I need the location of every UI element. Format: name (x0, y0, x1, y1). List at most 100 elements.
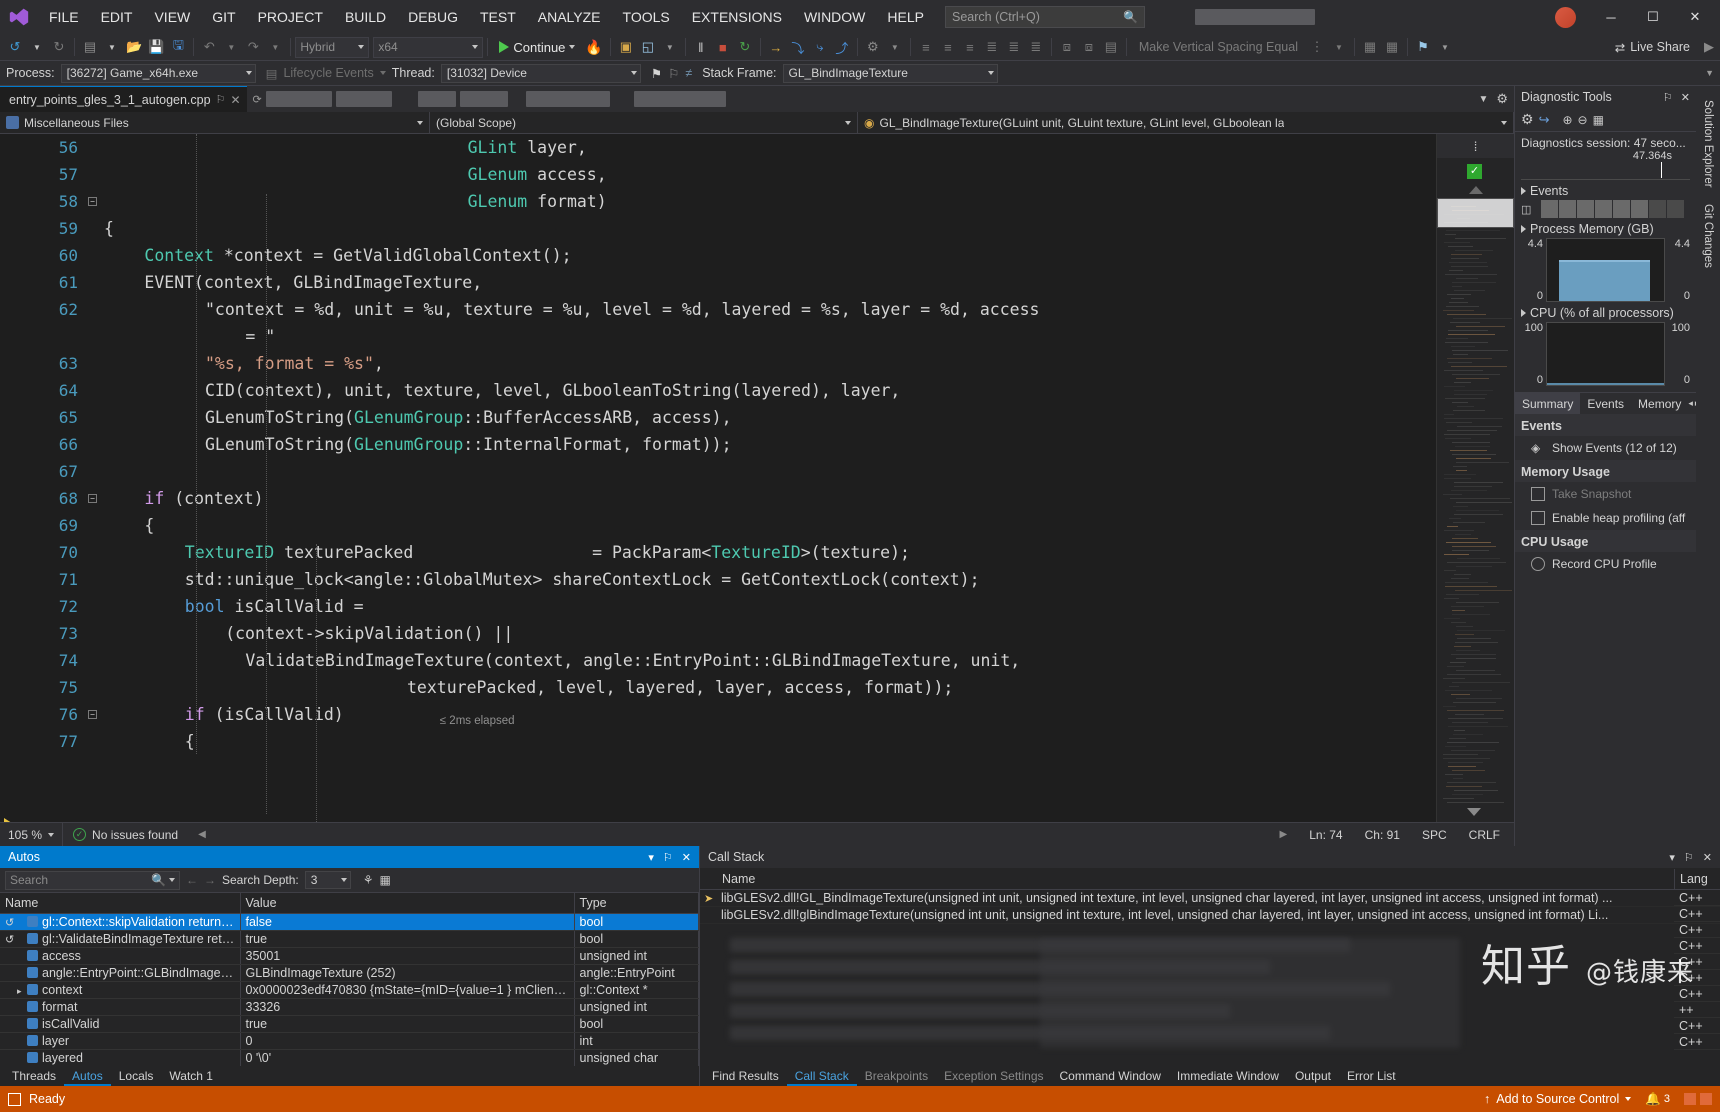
autos-cell-value[interactable]: true (240, 1015, 575, 1033)
close-icon-dt[interactable]: ✕ (1681, 91, 1690, 104)
autos-cell-value[interactable]: 33326 (240, 998, 575, 1016)
code-line[interactable]: { (104, 215, 114, 242)
tablist-dropdown-icon[interactable]: ▼ (1478, 94, 1488, 105)
cs-close-icon[interactable]: ✕ (1703, 851, 1712, 864)
autos-dropdown-icon[interactable]: ▾ (648, 851, 654, 864)
lock-controls-icon[interactable]: ▦ (1359, 35, 1381, 59)
minimap-splitter-icon[interactable]: ⁞ (1437, 134, 1514, 158)
step-into-icon[interactable]: ⤵ (787, 35, 809, 59)
table-row[interactable]: ▸ context 0x0000023edf470830 {mState={mID=… (0, 981, 699, 999)
save-icon[interactable]: 💾 (145, 35, 167, 59)
solution-platform-combo[interactable]: x64 (373, 36, 484, 58)
align-left-icon[interactable]: ≡ (915, 35, 937, 59)
issues-prev-icon[interactable]: ◀ (188, 829, 206, 840)
search-options-chevron-icon[interactable] (169, 878, 175, 882)
tab-entry-points-gles[interactable]: entry_points_gles_3_1_autogen.cpp ⚐ ✕ (0, 86, 247, 112)
autos-cell-value[interactable]: 0x0000023edf470830 {mState={mID={value=1… (240, 981, 575, 999)
status-icon-2[interactable] (1700, 1093, 1712, 1105)
code-line[interactable]: bool isCallValid = (185, 593, 364, 620)
autos-col-name[interactable]: Name (0, 893, 241, 914)
autos-cell-value[interactable]: false (240, 913, 575, 931)
fold-toggle-icon[interactable]: − (88, 494, 97, 503)
align-top-icon[interactable]: ≣ (981, 35, 1003, 59)
feedback-dropdown-icon[interactable]: ▼ (1434, 35, 1456, 59)
quick-launch-search[interactable]: Search (Ctrl+Q) 🔍 (944, 6, 1145, 28)
autos-pin-icon[interactable]: ⚐ (663, 851, 673, 864)
menu-window[interactable]: WINDOW (793, 0, 876, 34)
add-to-source-control-button[interactable]: ↑ Add to Source Control (1484, 1092, 1632, 1106)
pin-icon-dt[interactable]: ⚐ (1663, 91, 1673, 104)
enable-heap-profiling-button[interactable]: Enable heap profiling (aff (1515, 506, 1696, 530)
make-same-width-icon[interactable]: ⧈ (1056, 35, 1078, 59)
menu-view[interactable]: VIEW (143, 0, 201, 34)
tab-events[interactable]: Events (1580, 393, 1631, 415)
autos-cell-value[interactable]: 35001 (240, 947, 575, 965)
zoom-out-icon[interactable]: ⊖ (1578, 113, 1588, 127)
autos-col-type[interactable]: Type (574, 893, 699, 914)
tab-memory[interactable]: Memory (1631, 393, 1688, 415)
tab-summary[interactable]: Summary (1515, 392, 1581, 415)
process-filter-dropdown-icon[interactable]: ▼ (884, 35, 906, 59)
table-row[interactable]: layered 0 '\0' unsigned char (0, 1049, 699, 1066)
code-line[interactable]: GLenum format) (468, 188, 607, 215)
spacing-dropdown-icon[interactable]: ▼ (1328, 35, 1350, 59)
menu-help[interactable]: HELP (876, 0, 935, 34)
code-line[interactable]: if (context) (144, 485, 263, 512)
align-center-icon[interactable]: ≡ (937, 35, 959, 59)
autos-search-input[interactable]: Search 🔍 (5, 870, 180, 890)
code-line[interactable]: TextureID texturePacked = PackParam<Text… (185, 539, 910, 566)
align-bottom-icon[interactable]: ≣ (1025, 35, 1047, 59)
status-icon-1[interactable] (1684, 1093, 1696, 1105)
flag-filter-icon[interactable]: ⚑ (651, 66, 662, 81)
autos-grid[interactable]: Name Value Type ↺ gl::Context::skipValida… (0, 893, 699, 1066)
minimap[interactable]: ⁞ ✓ (1436, 134, 1514, 822)
table-row[interactable]: ↺ gl::Context::skipValidation returned fal… (0, 913, 699, 931)
vtab-solution-explorer[interactable]: Solution Explorer (1698, 92, 1718, 196)
show-events-link[interactable]: ◈ Show Events (12 of 12) (1515, 436, 1696, 460)
cs-dropdown-icon[interactable]: ▾ (1669, 851, 1675, 864)
search-depth-combo[interactable]: 3 (304, 871, 351, 889)
gear-icon[interactable]: ⚙ (1496, 91, 1508, 107)
table-row[interactable]: angle::EntryPoint::GLBindImageTexture GLB… (0, 964, 699, 982)
hex-display-icon[interactable]: ▦ (379, 873, 390, 887)
stackframe-combo[interactable]: GL_BindImageTexture (782, 63, 998, 83)
debugbar-overflow-icon[interactable]: ▼ (1705, 68, 1720, 78)
hot-reload-icon[interactable]: 🔥 (582, 35, 605, 59)
table-row[interactable]: isCallValid true bool (0, 1015, 699, 1033)
call-stack-rows[interactable]: ➤ libGLESv2.dll!GL_BindImageTexture(unsig… (700, 890, 1720, 1066)
screenshot-icon[interactable]: ◱ (637, 35, 659, 59)
process-combo[interactable]: [36272] Game_x64h.exe (60, 63, 256, 83)
back-dropdown-icon[interactable]: ▼ (26, 35, 48, 59)
menu-test[interactable]: TEST (469, 0, 527, 34)
export-icon[interactable]: ↪ (1539, 112, 1550, 128)
account-avatar[interactable] (1555, 6, 1576, 28)
break-all-icon[interactable]: ‖ (690, 35, 712, 59)
redo-icon[interactable]: ↷ (242, 35, 264, 59)
step-out-icon[interactable]: ⤴ (831, 35, 853, 59)
zoom-combo[interactable]: 105 % (0, 822, 64, 847)
attach-process-icon[interactable]: ▣ (615, 35, 637, 59)
tab-output[interactable]: Output (1287, 1066, 1339, 1086)
menu-tools[interactable]: TOOLS (612, 0, 681, 34)
tab-watch-1[interactable]: Watch 1 (161, 1066, 221, 1086)
code-line[interactable]: (context->skipValidation() || (225, 620, 513, 647)
code-line[interactable]: texturePacked, level, layered, layer, ac… (407, 674, 953, 701)
new-dropdown-icon[interactable]: ▼ (101, 35, 123, 59)
cs-col-name[interactable]: Name (700, 869, 1674, 889)
menu-git[interactable]: GIT (201, 0, 246, 34)
glyph-margin[interactable] (0, 134, 26, 822)
live-share-button[interactable]: ⇄ Live Share (1607, 40, 1698, 55)
save-all-icon[interactable]: 🖫 (167, 35, 189, 59)
tab-call-stack[interactable]: Call Stack (786, 1066, 857, 1086)
fold-toggle-icon[interactable]: − (88, 197, 97, 206)
chart-view-icon[interactable]: ▦ (1593, 113, 1604, 127)
tab-immediate-window[interactable]: Immediate Window (1169, 1066, 1287, 1086)
type-scope-combo[interactable]: (Global Scope) (430, 111, 858, 134)
nav-forward-icon[interactable]: → (204, 873, 216, 887)
process-filter-icon[interactable]: ⚙ (862, 35, 884, 59)
events-group-header[interactable]: Events (1515, 180, 1696, 200)
restart-icon[interactable]: ↻ (734, 35, 756, 59)
menu-analyze[interactable]: ANALYZE (527, 0, 612, 34)
code-line[interactable]: { (144, 512, 154, 539)
vtab-git-changes[interactable]: Git Changes (1698, 196, 1718, 276)
